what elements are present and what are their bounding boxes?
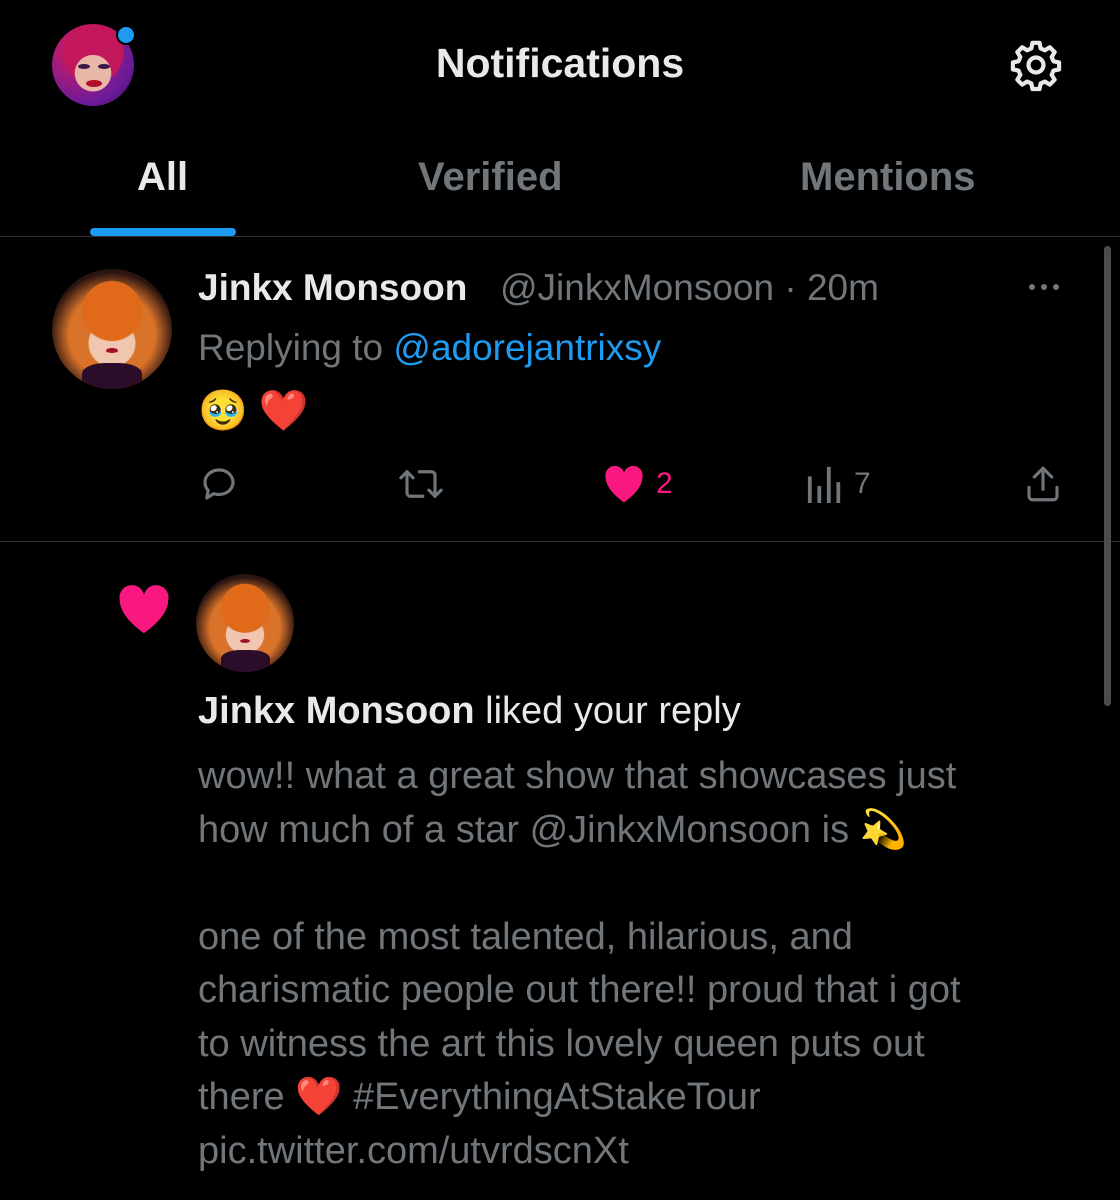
retweet-icon bbox=[399, 470, 443, 498]
tab-verified[interactable]: Verified bbox=[418, 155, 563, 200]
liker-avatar[interactable] bbox=[196, 574, 294, 672]
author-name[interactable]: Jinkx Monsoon bbox=[198, 267, 467, 309]
replying-prefix: Replying to bbox=[198, 327, 384, 368]
like-count: 2 bbox=[656, 467, 673, 500]
gear-icon[interactable] bbox=[1008, 37, 1064, 93]
reply-tweet[interactable]: Jinkx Monsoon @JinkxMonsoon · 20m Replyi… bbox=[0, 237, 1120, 542]
reply-line: there ❤️ #EverythingAtStakeTour bbox=[198, 1076, 761, 1118]
more-icon[interactable] bbox=[1024, 275, 1064, 299]
page-title: Notifications bbox=[435, 40, 685, 86]
tweet-actions: 2 7 bbox=[0, 459, 1120, 509]
retweet-button[interactable] bbox=[396, 459, 446, 509]
share-icon bbox=[1027, 466, 1059, 502]
reply-line: how much of a star @JinkxMonsoon is 💫 bbox=[198, 808, 907, 851]
like-notification[interactable]: Jinkx Monsoon liked your reply wow!! wha… bbox=[0, 542, 1120, 1200]
scrollbar[interactable] bbox=[1104, 246, 1111, 706]
share-button[interactable] bbox=[1022, 459, 1064, 509]
active-tab-indicator bbox=[90, 228, 236, 236]
replying-to-line: Replying to @adorejantrixsy bbox=[198, 327, 661, 369]
author-avatar[interactable] bbox=[52, 269, 172, 389]
notification-action: liked your reply bbox=[485, 690, 741, 732]
heart-icon bbox=[605, 465, 643, 503]
liked-reply-text: wow!! what a great show that showcases j… bbox=[198, 750, 1068, 1178]
notification-title: Jinkx Monsoon liked your reply bbox=[198, 690, 741, 733]
reply-line: charismatic people out there!! proud tha… bbox=[198, 969, 961, 1011]
reply-link[interactable]: pic.twitter.com/utvrdscnXt bbox=[198, 1125, 1068, 1179]
tab-all[interactable]: All bbox=[137, 155, 188, 200]
reply-line: to witness the art this lovely queen put… bbox=[198, 1022, 925, 1065]
reply-icon bbox=[203, 468, 235, 500]
author-handle-time: @JinkxMonsoon · 20m bbox=[500, 267, 879, 308]
views-button[interactable]: 7 bbox=[806, 459, 871, 509]
reply-line: one of the most talented, hilarious, and bbox=[198, 915, 853, 958]
views-icon bbox=[807, 466, 841, 503]
tab-mentions[interactable]: Mentions bbox=[800, 155, 976, 200]
reply-button[interactable] bbox=[198, 459, 240, 509]
heart-icon bbox=[119, 585, 169, 634]
reply-line: wow!! what a great show that showcases j… bbox=[198, 755, 957, 797]
view-count: 7 bbox=[854, 467, 871, 500]
notification-tabs: All Verified Mentions bbox=[0, 130, 1120, 237]
replying-to-mention[interactable]: @adorejantrixsy bbox=[393, 327, 661, 368]
header: Notifications bbox=[0, 0, 1120, 130]
liker-name[interactable]: Jinkx Monsoon bbox=[198, 690, 475, 732]
tweet-text: 🥹 ❤️ bbox=[198, 389, 309, 433]
like-button[interactable]: 2 bbox=[602, 459, 673, 509]
